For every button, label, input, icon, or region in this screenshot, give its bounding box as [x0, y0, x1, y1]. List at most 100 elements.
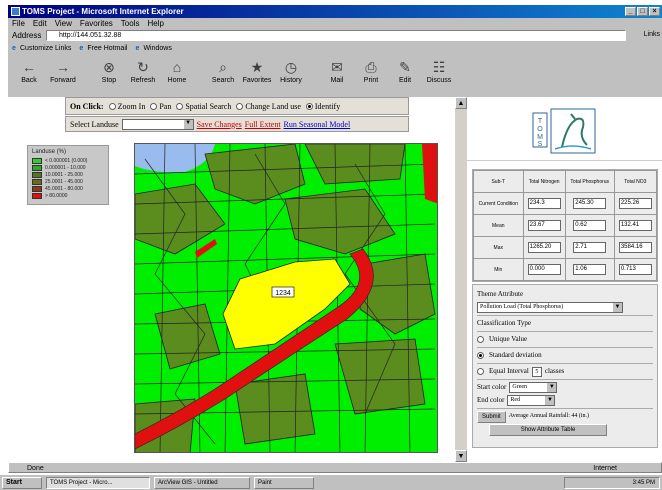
stat-field[interactable]: 234.3	[527, 198, 561, 209]
radio-equal-interval[interactable]: Equal Interval 5 classes	[477, 365, 653, 378]
row-label: Min	[473, 258, 524, 281]
minimize-button[interactable]: _	[625, 7, 636, 16]
edit-button[interactable]: ✎ Edit	[388, 57, 422, 95]
favorites-icon: ★	[250, 59, 264, 75]
legend-swatch	[32, 178, 42, 185]
history-icon: ◷	[284, 59, 298, 75]
stat-field[interactable]: 23.67	[527, 220, 561, 231]
legend-item: > 80.0000	[32, 192, 104, 199]
home-button[interactable]: ⌂ Home	[160, 57, 194, 95]
stat-field[interactable]: 0.000	[527, 264, 561, 275]
table-row: Current Condition 234.3 245.30 225.26	[473, 192, 658, 215]
end-color-select[interactable]: Red	[507, 395, 556, 406]
stat-field[interactable]: 3584.16	[618, 242, 652, 253]
task-button[interactable]: TOMS Project - Micro...	[46, 477, 150, 489]
refresh-button[interactable]: ↻ Refresh	[126, 57, 160, 95]
discuss-icon: ☷	[432, 59, 446, 75]
status-text: Done	[27, 465, 44, 472]
history-button[interactable]: ◷ History	[274, 57, 308, 95]
theme-panel: Theme Attribute Pollution Load (Total Ph…	[472, 284, 658, 448]
stat-field[interactable]: 1265.20	[527, 242, 561, 253]
radio-change-landuse[interactable]: Change Land use	[236, 102, 301, 111]
menu-edit[interactable]: Edit	[33, 18, 47, 29]
rainfall-text: Average Annual Rainfall: 44 (in.)	[508, 413, 590, 419]
address-label: Address	[12, 31, 42, 40]
radio-zoom-in[interactable]: Zoom In	[108, 102, 145, 111]
theme-attribute-select[interactable]: Pollution Load (Total Phosphorus)	[477, 302, 623, 313]
link-windows[interactable]: Windows	[135, 43, 171, 54]
legend-item: 45.0001 - 80.000	[32, 185, 104, 192]
classification-label: Classification Type	[477, 319, 532, 327]
menu-help[interactable]: Help	[147, 18, 163, 29]
start-button[interactable]: Start	[2, 477, 42, 489]
links-label[interactable]: Links	[644, 31, 660, 38]
forward-arrow-icon: →	[56, 59, 70, 75]
search-button[interactable]: ⌕ Search	[206, 57, 240, 95]
menu-file[interactable]: File	[12, 18, 25, 29]
stat-field[interactable]: 0.713	[618, 264, 652, 275]
table-row: Mean 23.67 0.62 132.41	[473, 214, 658, 237]
mail-button[interactable]: ✉ Mail	[320, 57, 354, 95]
stats-header: Total NO3	[613, 170, 658, 193]
menu-favorites[interactable]: Favorites	[80, 18, 113, 29]
stat-field[interactable]: 1.06	[573, 264, 607, 275]
maximize-button[interactable]: □	[637, 7, 648, 16]
stat-field[interactable]: 225.26	[618, 198, 652, 209]
stat-field[interactable]: 0.62	[573, 220, 607, 231]
landuse-map[interactable]: 1234	[134, 143, 438, 453]
link-customize[interactable]: Customize Links	[12, 43, 71, 54]
back-button[interactable]: ← Back	[12, 57, 46, 95]
task-button[interactable]: Paint	[254, 477, 314, 489]
info-panel: T O M S Sub-T Total Nitrogen Total Phosp…	[467, 97, 662, 462]
radio-spatial-search[interactable]: Spatial Search	[176, 102, 231, 111]
discuss-button[interactable]: ☷ Discuss	[422, 57, 456, 95]
full-extent-link[interactable]: Full Extent	[245, 120, 281, 129]
legend-item: 0.000001 - 10.000	[32, 164, 104, 171]
radio-unique-value[interactable]: Unique Value	[477, 333, 653, 346]
legend-item: < 0.000001 (0.000)	[32, 157, 104, 164]
end-color-label: End color	[477, 396, 505, 404]
stat-field[interactable]: 132.41	[618, 220, 652, 231]
map-frame: On Click: Zoom In Pan Spatial Search Cha…	[8, 97, 455, 462]
map-canvas[interactable]: 1234	[135, 144, 438, 453]
start-color-select[interactable]: Green	[509, 382, 558, 393]
address-input[interactable]: http://144.051.32.88	[46, 30, 626, 41]
print-button[interactable]: ⎙ Print	[354, 57, 388, 95]
close-button[interactable]: ×	[649, 7, 660, 16]
svg-text:M: M	[537, 134, 543, 141]
classes-label: classes	[544, 367, 565, 375]
menu-tools[interactable]: Tools	[121, 18, 140, 29]
stats-header: Total Nitrogen	[522, 170, 566, 193]
status-bar: Done Internet	[8, 462, 662, 473]
stats-header: Sub-T	[473, 170, 524, 193]
favorites-button[interactable]: ★ Favorites	[240, 57, 274, 95]
logo-area: T O M S	[467, 99, 662, 161]
submit-button[interactable]: Submit	[477, 410, 506, 423]
task-button[interactable]: ArcView GIS - Untitled	[154, 477, 250, 489]
page-scrollbar[interactable]: ▲ ▼	[455, 97, 467, 462]
legend-swatch	[32, 164, 42, 171]
legend-swatch	[32, 157, 42, 164]
scroll-down-arrow-icon[interactable]: ▼	[455, 450, 467, 462]
show-attribute-table-button[interactable]: Show Attribute Table	[489, 423, 607, 436]
classes-input[interactable]: 5	[531, 366, 542, 377]
radio-standard-deviation[interactable]: Standard deviation	[477, 349, 653, 362]
run-model-link[interactable]: Run Seasonal Model	[284, 120, 351, 129]
radio-pan[interactable]: Pan	[150, 102, 171, 111]
browser-toolbar: ← Back → Forward ⊗ Stop ↻ Refresh ⌂ Home ⌕ Sea…	[8, 55, 662, 97]
ie-icon	[11, 7, 20, 16]
row-label: Max	[473, 236, 524, 259]
start-color-label: Start color	[477, 383, 507, 391]
window-title: TOMS Project - Microsoft Internet Explor…	[22, 7, 184, 16]
scroll-up-arrow-icon[interactable]: ▲	[455, 97, 467, 109]
landuse-select[interactable]	[121, 118, 194, 130]
stop-button[interactable]: ⊗ Stop	[92, 57, 126, 95]
stat-field[interactable]: 245.30	[573, 198, 607, 209]
links-bar: Customize Links Free Hotmail Windows	[8, 43, 662, 54]
menu-view[interactable]: View	[55, 18, 72, 29]
link-hotmail[interactable]: Free Hotmail	[79, 43, 127, 54]
stat-field[interactable]: 2.71	[573, 242, 607, 253]
forward-button[interactable]: → Forward	[46, 57, 80, 95]
save-changes-link[interactable]: Save Changes	[197, 120, 242, 129]
radio-identify[interactable]: Identify	[305, 102, 340, 111]
